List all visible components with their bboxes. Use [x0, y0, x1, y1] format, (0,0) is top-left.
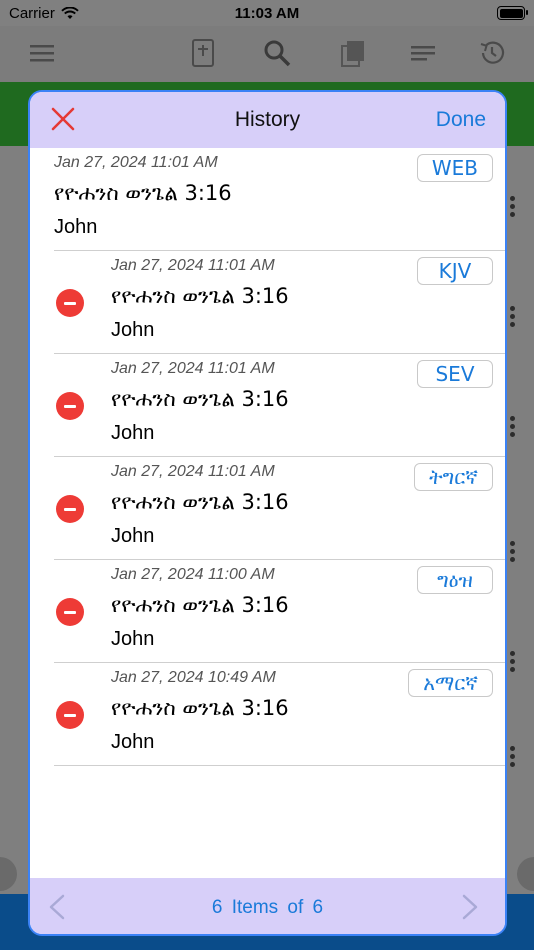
item-book: John	[111, 731, 155, 753]
minus-circle-icon[interactable]	[56, 701, 84, 729]
row-menu-icon	[510, 541, 516, 565]
history-icon[interactable]	[477, 38, 507, 68]
item-reference: የዮሐንስ ወንጌል 3:16	[111, 284, 289, 308]
status-time: 11:03 AM	[234, 5, 300, 22]
version-badge[interactable]: SEV	[417, 360, 493, 388]
item-book: John	[54, 216, 98, 238]
modal-footer: 6 Items of 6	[30, 878, 505, 934]
version-badge[interactable]: WEB	[416, 154, 493, 182]
item-date: Jan 27, 2024 11:01 AM	[111, 257, 275, 274]
battery-icon	[497, 6, 528, 20]
version-badge[interactable]: ትግርኛ	[414, 463, 493, 491]
copy-icon[interactable]	[338, 38, 368, 68]
minus-circle-icon[interactable]	[56, 495, 84, 523]
minus-circle-icon[interactable]	[56, 598, 84, 626]
version-badge[interactable]: KJV	[417, 257, 493, 285]
item-date: Jan 27, 2024 11:01 AM	[111, 360, 275, 377]
item-reference: የዮሐንስ ወንጌል 3:16	[111, 696, 289, 720]
done-button[interactable]: Done	[436, 108, 486, 132]
history-item[interactable]: Jan 27, 2024 11:01 AM የዮሐንስ ወንጌል 3:16 Jo…	[54, 251, 505, 354]
row-menu-icon	[510, 651, 516, 675]
items-count: 6 Items of 6	[211, 897, 324, 918]
item-reference: የዮሐንስ ወንጌል 3:16	[111, 593, 289, 617]
row-menu-icon	[510, 416, 516, 440]
app-toolbar	[0, 26, 534, 82]
history-item[interactable]: Jan 27, 2024 11:01 AM የዮሐንስ ወንጌል 3:16 Jo…	[54, 354, 505, 457]
item-book: John	[111, 319, 155, 341]
item-book: John	[111, 422, 155, 444]
history-item[interactable]: Jan 27, 2024 11:00 AM የዮሐንስ ወንጌል 3:16 Jo…	[54, 560, 505, 663]
modal-title: History	[234, 108, 301, 131]
history-item[interactable]: Jan 27, 2024 11:01 AM የዮሐንስ ወንጌል 3:16 Jo…	[54, 457, 505, 560]
minus-circle-icon[interactable]	[56, 289, 84, 317]
item-date: Jan 27, 2024 10:49 AM	[111, 669, 276, 686]
status-bar: Carrier 11:03 AM	[0, 0, 534, 26]
history-modal: History Done Jan 27, 2024 11:01 AM የዮሐንስ…	[28, 90, 507, 936]
item-date: Jan 27, 2024 11:01 AM	[111, 463, 275, 480]
minus-circle-icon[interactable]	[56, 392, 84, 420]
history-item[interactable]: Jan 27, 2024 10:49 AM የዮሐንስ ወንጌል 3:16 Jo…	[54, 663, 505, 766]
item-date: Jan 27, 2024 11:00 AM	[111, 566, 275, 583]
chevron-right-icon[interactable]	[461, 894, 479, 920]
item-reference: የዮሐንስ ወንጌል 3:16	[111, 387, 289, 411]
item-book: John	[111, 628, 155, 650]
modal-header: History Done	[30, 92, 505, 148]
history-item[interactable]: Jan 27, 2024 11:01 AM የዮሐንስ ወንጌል 3:16 Jo…	[54, 148, 505, 251]
search-icon[interactable]	[262, 38, 292, 68]
bible-icon[interactable]	[188, 38, 218, 68]
item-reference: የዮሐንስ ወንጌል 3:16	[111, 490, 289, 514]
menu-icon[interactable]	[27, 38, 57, 68]
item-date: Jan 27, 2024 11:01 AM	[54, 154, 218, 171]
row-menu-icon	[510, 306, 516, 330]
item-book: John	[111, 525, 155, 547]
row-menu-icon	[510, 746, 516, 770]
row-menu-icon	[510, 196, 516, 220]
item-reference: የዮሐንስ ወንጌል 3:16	[54, 181, 232, 205]
version-badge[interactable]: አማርኛ	[408, 669, 493, 697]
version-badge[interactable]: ግዕዝ	[417, 566, 493, 594]
history-list: Jan 27, 2024 11:01 AM የዮሐንስ ወንጌል 3:16 Jo…	[30, 148, 505, 766]
text-lines-icon[interactable]	[408, 38, 438, 68]
